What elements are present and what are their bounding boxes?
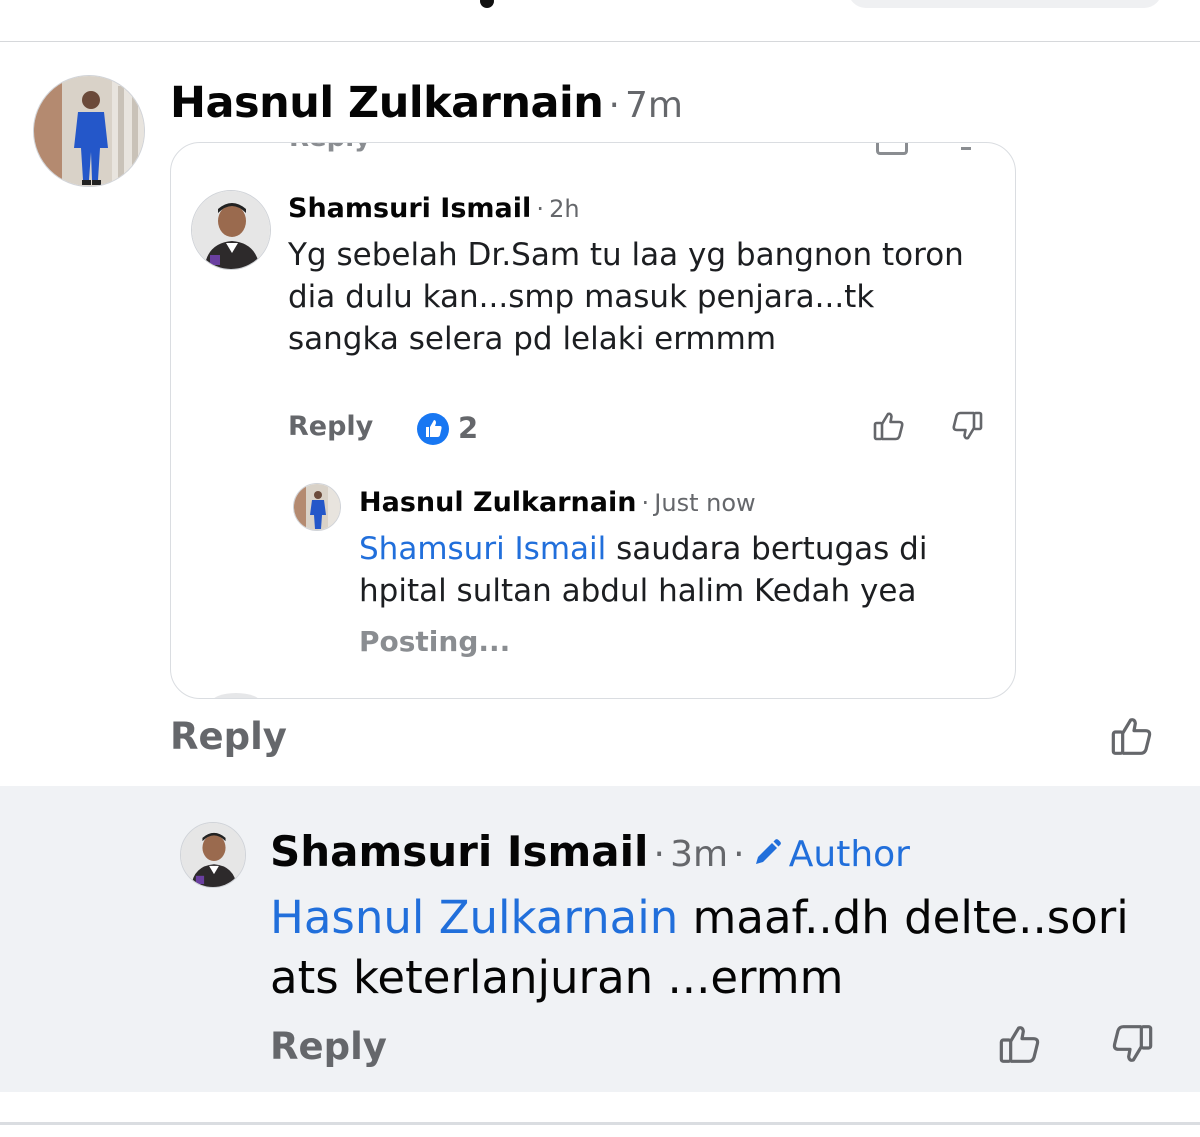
bottom-divider: [0, 1122, 1200, 1125]
embedded-cut-reply-label: Reply: [289, 143, 371, 153]
thumbs-down-icon: [1112, 1025, 1153, 1062]
comment2-mention[interactable]: Hasnul Zulkarnain: [270, 891, 678, 944]
avatar-shamsuri[interactable]: [180, 822, 246, 888]
avatar-shamsuri-picture: [181, 823, 245, 887]
comment2-separator-2: ·: [733, 834, 745, 875]
comment2-reply-button[interactable]: Reply: [270, 1025, 387, 1068]
embedded-shamsuri-author: Shamsuri Ismail: [288, 193, 532, 224]
comment2-author[interactable]: Shamsuri Ismail: [270, 827, 648, 876]
comment1-time[interactable]: 7m: [625, 85, 683, 126]
embedded-cut-dislike-icon: [961, 143, 971, 150]
header-divider: [0, 41, 1200, 42]
header-search-pill[interactable]: [848, 0, 1162, 8]
embedded-shamsuri-time: 2h: [549, 195, 580, 223]
thumbs-down-icon: [949, 408, 985, 448]
avatar-hasnul-small-picture: [294, 484, 340, 530]
comment2-header: Shamsuri Ismail · 3m · Author: [270, 827, 910, 876]
embedded-shamsuri-text: Yg sebelah Dr.Sam tu laa yg bangnon toro…: [288, 237, 964, 357]
avatar-shamsuri-small-picture: [192, 191, 270, 269]
comment1-separator: ·: [608, 85, 620, 126]
embedded-hasnul-author: Hasnul Zulkarnain: [359, 487, 637, 518]
comment1-header: Hasnul Zulkarnain · 7m: [170, 78, 683, 128]
comment2-text: Hasnul Zulkarnain maaf..dh delte..sori a…: [270, 888, 1170, 1008]
pencil-icon: [755, 839, 781, 864]
avatar-shamsuri-small: [191, 190, 271, 270]
embedded-hasnul-time: Just now: [654, 489, 756, 517]
thumbs-up-icon: [999, 1026, 1040, 1063]
embedded-hasnul-separator: ·: [641, 489, 650, 517]
embedded-screenshot-card: Reply Shamsuri Ismail · 2h Yg sebelah Dr…: [170, 142, 1016, 699]
embedded-shamsuri-separator: ·: [536, 195, 544, 223]
comment2-dislike-button[interactable]: [1108, 1020, 1156, 1072]
embedded-shamsuri-header: Shamsuri Ismail · 2h: [288, 193, 580, 224]
comment2-like-button[interactable]: [996, 1020, 1044, 1072]
thumbs-up-icon: [1111, 718, 1152, 755]
embedded-cut-avatar: [211, 693, 261, 698]
comment2-separator: ·: [653, 834, 665, 875]
comment1-reply-button[interactable]: Reply: [170, 715, 287, 758]
header-cut-glyph: [480, 0, 494, 8]
comment1-like-button[interactable]: [1108, 712, 1156, 764]
like-reaction-icon: [417, 413, 449, 445]
comment2-time[interactable]: 3m: [670, 834, 728, 875]
embedded-hasnul-header: Hasnul Zulkarnain · Just now: [359, 487, 756, 518]
embedded-hasnul-text: Shamsuri Ismail saudara bertugas di hpit…: [359, 528, 999, 612]
avatar-hasnul[interactable]: [33, 75, 145, 187]
avatar-hasnul-small: [293, 483, 341, 531]
comment1-author[interactable]: Hasnul Zulkarnain: [170, 78, 604, 128]
author-badge: Author: [788, 834, 910, 875]
embedded-cut-like-icon: [876, 143, 908, 155]
embedded-posting-status: Posting...: [359, 625, 511, 658]
embedded-hasnul-mention: Shamsuri Ismail: [359, 531, 607, 567]
avatar-hasnul-picture: [34, 76, 144, 186]
thumbs-up-icon: [871, 408, 907, 448]
embedded-shamsuri-reply: Reply: [288, 411, 374, 442]
embedded-reaction-count: 2: [458, 411, 479, 445]
